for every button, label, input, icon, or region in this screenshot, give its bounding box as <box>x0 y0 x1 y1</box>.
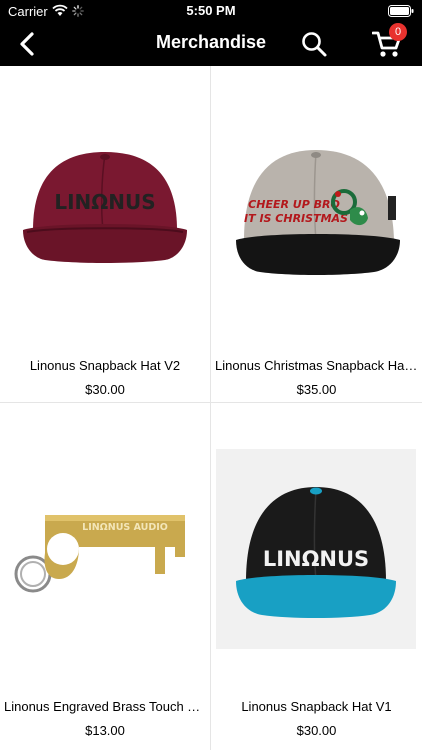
hat-logo-text: LINΩNUS <box>54 190 155 214</box>
status-time: 5:50 PM <box>186 3 236 18</box>
black-teal-snapback-hat-image: LINΩNUS <box>216 449 416 649</box>
hat-print-line-2: IT IS CHRISTMAS <box>244 212 348 225</box>
cart-count-badge: 0 <box>389 23 407 41</box>
search-icon[interactable] <box>300 30 328 58</box>
product-card[interactable]: LINΩNUS Linonus Snapback Hat V2 $30.00 <box>0 66 211 403</box>
product-grid: LINΩNUS Linonus Snapback Hat V2 $30.00 C… <box>0 66 422 750</box>
product-name: Linonus Snapback Hat V1 <box>241 699 392 714</box>
product-name: Linonus Engraved Brass Touch Tool <box>4 699 206 714</box>
tool-engraving-text: LINΩNUS AUDIO <box>82 522 168 533</box>
battery-icon <box>388 5 414 17</box>
grey-christmas-snapback-hat-image: CHEER UP BRO IT IS CHRISTMAS <box>236 150 400 275</box>
hat-print-line-1: CHEER UP BRO <box>248 198 340 211</box>
header: Carrier 5:50 PM Merchandise 0 <box>0 0 422 66</box>
product-price: $35.00 <box>296 382 337 397</box>
product-name: Linonus Christmas Snapback Hat… <box>215 358 418 373</box>
product-card[interactable]: LINΩNUS Linonus Snapback Hat V1 $30.00 <box>211 403 422 750</box>
product-card[interactable]: LINΩNUS AUDIO Linonus Engraved Brass Tou… <box>0 403 211 750</box>
maroon-snapback-hat-image: LINΩNUS <box>23 152 187 263</box>
hat-logo-text: LINΩNUS <box>263 547 369 571</box>
page-title: Merchandise <box>155 32 267 52</box>
product-price: $13.00 <box>85 723 125 738</box>
product-card[interactable]: CHEER UP BRO IT IS CHRISTMAS Linonus Chr… <box>211 66 422 403</box>
status-bar: Carrier 5:50 PM <box>0 0 422 22</box>
brass-touch-tool-image: LINΩNUS AUDIO <box>14 515 185 593</box>
navigation-bar: Merchandise 0 <box>0 22 422 66</box>
product-price: $30.00 <box>85 382 125 397</box>
product-price: $30.00 <box>296 723 337 738</box>
product-name: Linonus Snapback Hat V2 <box>29 358 181 373</box>
